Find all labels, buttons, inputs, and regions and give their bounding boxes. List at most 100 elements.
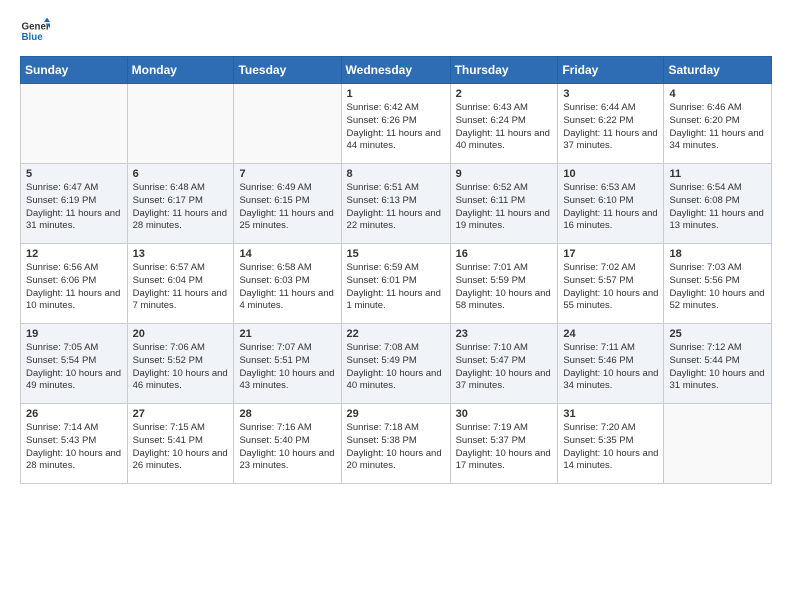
calendar-header-row: SundayMondayTuesdayWednesdayThursdayFrid… (21, 57, 772, 84)
day-number: 1 (347, 88, 445, 100)
calendar-cell: 10Sunrise: 6:53 AM Sunset: 6:10 PM Dayli… (558, 164, 664, 244)
day-number: 29 (347, 408, 445, 420)
day-number: 31 (563, 408, 658, 420)
day-number: 2 (456, 88, 553, 100)
day-number: 21 (239, 328, 335, 340)
calendar-cell: 25Sunrise: 7:12 AM Sunset: 5:44 PM Dayli… (664, 324, 772, 404)
day-number: 22 (347, 328, 445, 340)
day-info: Sunrise: 6:43 AM Sunset: 6:24 PM Dayligh… (456, 102, 553, 153)
day-info: Sunrise: 7:12 AM Sunset: 5:44 PM Dayligh… (669, 342, 766, 393)
day-number: 4 (669, 88, 766, 100)
day-info: Sunrise: 7:20 AM Sunset: 5:35 PM Dayligh… (563, 422, 658, 473)
day-number: 20 (133, 328, 229, 340)
day-number: 30 (456, 408, 553, 420)
day-number: 27 (133, 408, 229, 420)
page: General Blue SundayMondayTuesdayWednesda… (0, 0, 792, 612)
day-info: Sunrise: 6:49 AM Sunset: 6:15 PM Dayligh… (239, 182, 335, 233)
day-info: Sunrise: 6:52 AM Sunset: 6:11 PM Dayligh… (456, 182, 553, 233)
day-number: 12 (26, 248, 122, 260)
day-number: 24 (563, 328, 658, 340)
calendar-cell: 27 Sunrise: 7:15 AM Sunset: 5:41 PM Dayli… (127, 404, 234, 484)
weekday-header: Monday (127, 57, 234, 84)
calendar-cell: 30 Sunrise: 7:19 AM Sunset: 5:37 PM Dayli… (450, 404, 558, 484)
day-info: Sunrise: 6:58 AM Sunset: 6:03 PM Dayligh… (239, 262, 335, 313)
day-info: Sunrise: 6:48 AM Sunset: 6:17 PM Dayligh… (133, 182, 229, 233)
day-info: Sunrise: 7:14 AM Sunset: 5:43 PM Dayligh… (26, 422, 122, 473)
calendar-week-row: 19Sunrise: 7:05 AM Sunset: 5:54 PM Dayli… (21, 324, 772, 404)
calendar-cell (234, 84, 341, 164)
day-number: 18 (669, 248, 766, 260)
calendar-cell: 1 Sunrise: 6:42 AM Sunset: 6:26 PM Daylig… (341, 84, 450, 164)
weekday-header: Thursday (450, 57, 558, 84)
calendar-cell: 14 Sunrise: 6:58 AM Sunset: 6:03 PM Dayli… (234, 244, 341, 324)
calendar-cell: 19Sunrise: 7:05 AM Sunset: 5:54 PM Dayli… (21, 324, 128, 404)
day-info: Sunrise: 7:11 AM Sunset: 5:46 PM Dayligh… (563, 342, 658, 393)
day-info: Sunrise: 6:57 AM Sunset: 6:04 PM Dayligh… (133, 262, 229, 313)
day-number: 17 (563, 248, 658, 260)
day-number: 15 (347, 248, 445, 260)
calendar-cell: 17 Sunrise: 7:02 AM Sunset: 5:57 PM Dayli… (558, 244, 664, 324)
calendar-cell: 12 Sunrise: 6:56 AM Sunset: 6:06 PM Dayli… (21, 244, 128, 324)
svg-text:General: General (22, 22, 51, 33)
day-info: Sunrise: 6:56 AM Sunset: 6:06 PM Dayligh… (26, 262, 122, 313)
day-number: 23 (456, 328, 553, 340)
logo: General Blue (20, 16, 50, 46)
svg-text:Blue: Blue (22, 32, 44, 43)
day-info: Sunrise: 6:47 AM Sunset: 6:19 PM Dayligh… (26, 182, 122, 233)
calendar-cell: 26 Sunrise: 7:14 AM Sunset: 5:43 PM Dayli… (21, 404, 128, 484)
calendar-cell: 6 Sunrise: 6:48 AM Sunset: 6:17 PM Daylig… (127, 164, 234, 244)
day-number: 6 (133, 168, 229, 180)
calendar-cell: 8Sunrise: 6:51 AM Sunset: 6:13 PM Daylig… (341, 164, 450, 244)
calendar-cell (664, 404, 772, 484)
day-info: Sunrise: 7:16 AM Sunset: 5:40 PM Dayligh… (239, 422, 335, 473)
calendar-cell: 21 Sunrise: 7:07 AM Sunset: 5:51 PM Dayli… (234, 324, 341, 404)
calendar: SundayMondayTuesdayWednesdayThursdayFrid… (20, 56, 772, 484)
calendar-cell: 2 Sunrise: 6:43 AM Sunset: 6:24 PM Daylig… (450, 84, 558, 164)
calendar-cell: 31 Sunrise: 7:20 AM Sunset: 5:35 PM Dayli… (558, 404, 664, 484)
calendar-cell: 22Sunrise: 7:08 AM Sunset: 5:49 PM Dayli… (341, 324, 450, 404)
calendar-cell: 29Sunrise: 7:18 AM Sunset: 5:38 PM Dayli… (341, 404, 450, 484)
calendar-week-row: 5 Sunrise: 6:47 AM Sunset: 6:19 PM Daylig… (21, 164, 772, 244)
weekday-header: Tuesday (234, 57, 341, 84)
weekday-header: Wednesday (341, 57, 450, 84)
day-number: 9 (456, 168, 553, 180)
calendar-cell: 7 Sunrise: 6:49 AM Sunset: 6:15 PM Daylig… (234, 164, 341, 244)
day-number: 28 (239, 408, 335, 420)
logo-icon: General Blue (20, 16, 50, 46)
day-number: 16 (456, 248, 553, 260)
calendar-cell: 20 Sunrise: 7:06 AM Sunset: 5:52 PM Dayli… (127, 324, 234, 404)
day-number: 13 (133, 248, 229, 260)
header: General Blue (20, 16, 772, 46)
calendar-week-row: 26 Sunrise: 7:14 AM Sunset: 5:43 PM Dayli… (21, 404, 772, 484)
day-number: 26 (26, 408, 122, 420)
calendar-cell: 3 Sunrise: 6:44 AM Sunset: 6:22 PM Daylig… (558, 84, 664, 164)
calendar-week-row: 12 Sunrise: 6:56 AM Sunset: 6:06 PM Dayli… (21, 244, 772, 324)
day-info: Sunrise: 6:44 AM Sunset: 6:22 PM Dayligh… (563, 102, 658, 153)
day-number: 19 (26, 328, 122, 340)
calendar-cell: 4 Sunrise: 6:46 AM Sunset: 6:20 PM Daylig… (664, 84, 772, 164)
day-number: 7 (239, 168, 335, 180)
day-info: Sunrise: 7:03 AM Sunset: 5:56 PM Dayligh… (669, 262, 766, 313)
weekday-header: Friday (558, 57, 664, 84)
calendar-cell: 24 Sunrise: 7:11 AM Sunset: 5:46 PM Dayli… (558, 324, 664, 404)
day-info: Sunrise: 7:15 AM Sunset: 5:41 PM Dayligh… (133, 422, 229, 473)
calendar-cell: 16 Sunrise: 7:01 AM Sunset: 5:59 PM Dayli… (450, 244, 558, 324)
day-info: Sunrise: 6:42 AM Sunset: 6:26 PM Dayligh… (347, 102, 445, 153)
day-info: Sunrise: 6:53 AM Sunset: 6:10 PM Dayligh… (563, 182, 658, 233)
day-info: Sunrise: 7:02 AM Sunset: 5:57 PM Dayligh… (563, 262, 658, 313)
day-number: 8 (347, 168, 445, 180)
day-number: 5 (26, 168, 122, 180)
day-number: 3 (563, 88, 658, 100)
day-info: Sunrise: 7:10 AM Sunset: 5:47 PM Dayligh… (456, 342, 553, 393)
day-info: Sunrise: 6:46 AM Sunset: 6:20 PM Dayligh… (669, 102, 766, 153)
day-info: Sunrise: 7:06 AM Sunset: 5:52 PM Dayligh… (133, 342, 229, 393)
day-info: Sunrise: 7:01 AM Sunset: 5:59 PM Dayligh… (456, 262, 553, 313)
day-info: Sunrise: 6:59 AM Sunset: 6:01 PM Dayligh… (347, 262, 445, 313)
day-number: 14 (239, 248, 335, 260)
calendar-cell: 18 Sunrise: 7:03 AM Sunset: 5:56 PM Dayli… (664, 244, 772, 324)
day-info: Sunrise: 7:07 AM Sunset: 5:51 PM Dayligh… (239, 342, 335, 393)
calendar-week-row: 1 Sunrise: 6:42 AM Sunset: 6:26 PM Daylig… (21, 84, 772, 164)
calendar-cell: 28 Sunrise: 7:16 AM Sunset: 5:40 PM Dayli… (234, 404, 341, 484)
calendar-cell: 23 Sunrise: 7:10 AM Sunset: 5:47 PM Dayli… (450, 324, 558, 404)
day-info: Sunrise: 7:19 AM Sunset: 5:37 PM Dayligh… (456, 422, 553, 473)
